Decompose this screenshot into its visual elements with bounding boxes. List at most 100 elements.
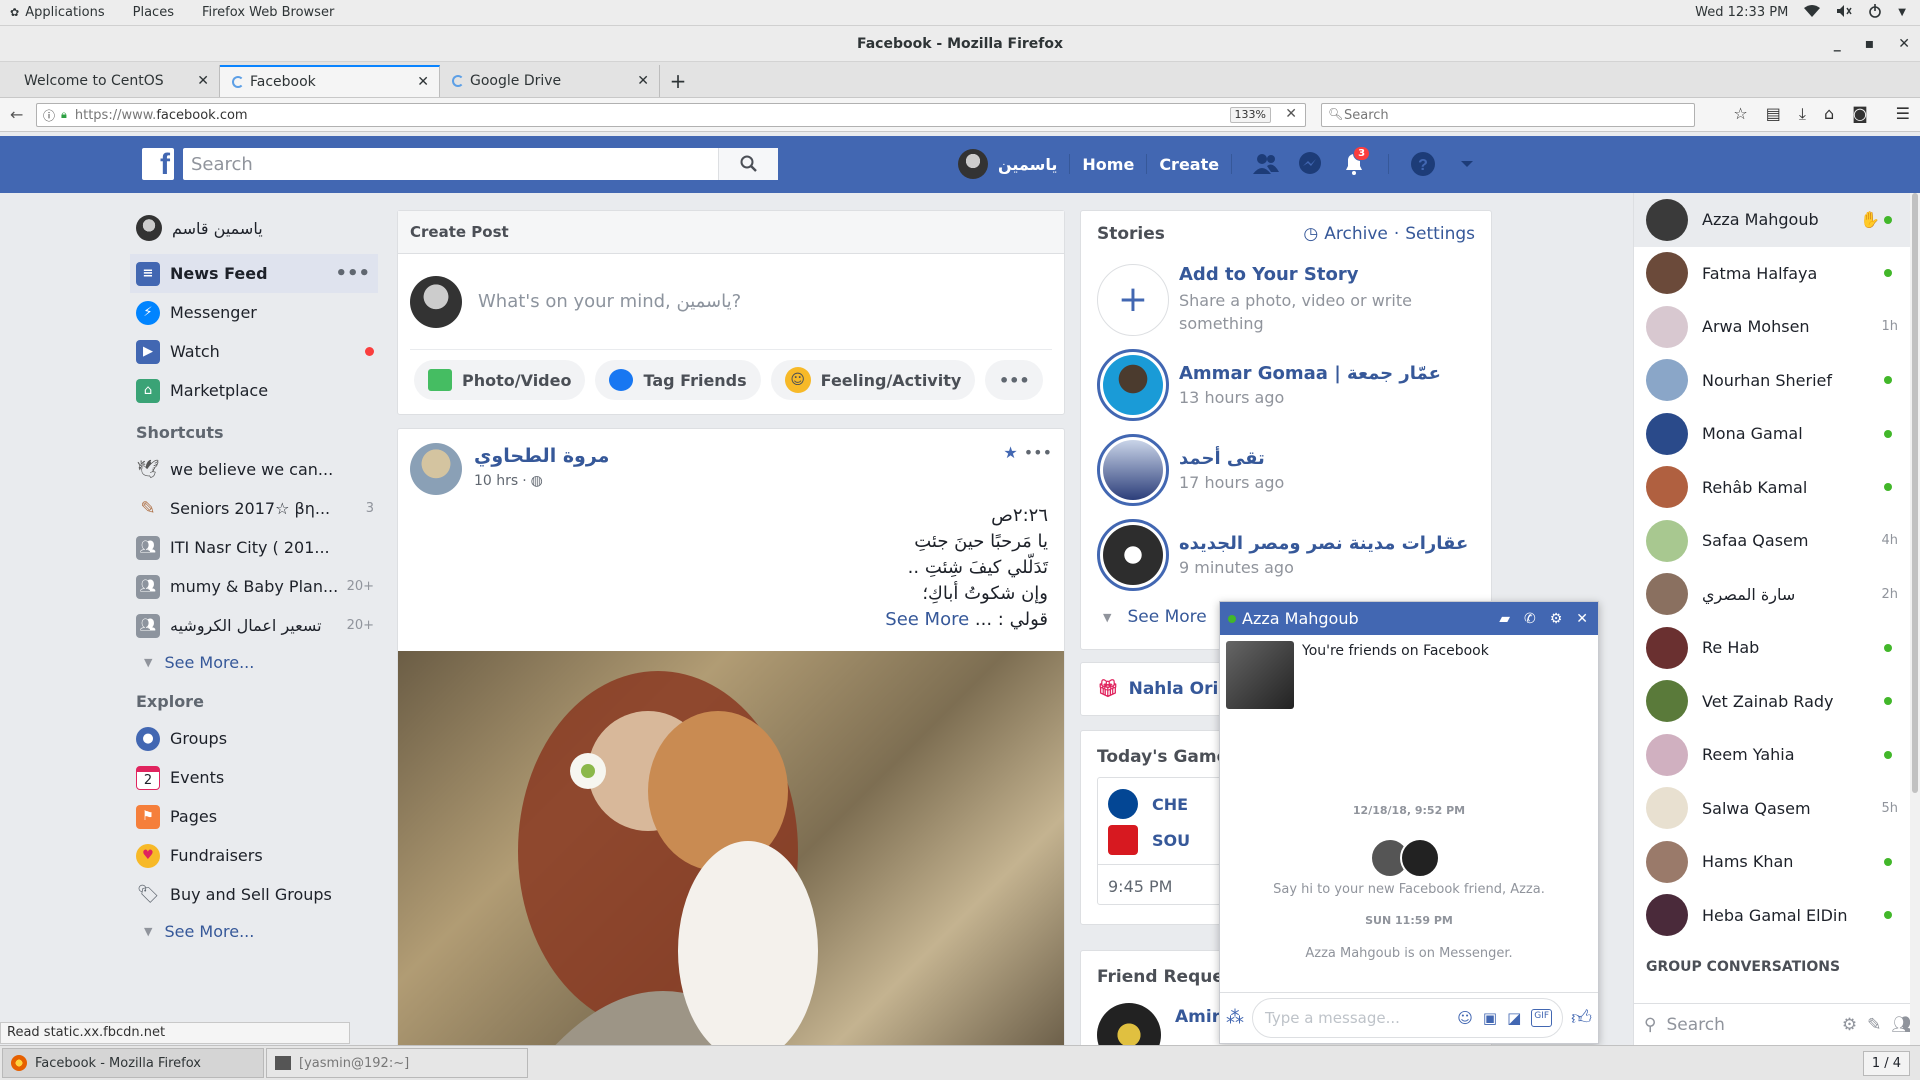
chat-header[interactable]: Azza Mahgoub ▰ ✆ ⚙ ✕ xyxy=(1220,602,1598,635)
friend-requests-icon[interactable] xyxy=(1252,150,1280,178)
url-bar[interactable]: ⓘ 🔒︎ https://www.facebook.com 133% ✕ xyxy=(36,103,1306,127)
contact-item[interactable]: Mona Gamal xyxy=(1634,407,1920,461)
sidebar-item-watch[interactable]: ▶ Watch xyxy=(136,332,384,371)
star-icon[interactable]: ★ xyxy=(1003,443,1017,462)
composer-input[interactable]: What's on your mind, ياسمين? xyxy=(478,291,741,312)
post-time[interactable]: 10 hrs xyxy=(474,473,518,489)
shortcut-item[interactable]: 👥︎ تسعير اعمال الكروشيه 20+ xyxy=(136,606,384,645)
explore-see-more[interactable]: ▼ See More... xyxy=(136,914,384,948)
contact-item[interactable]: Vet Zainab Rady xyxy=(1634,675,1920,729)
more-options-button[interactable]: ••• xyxy=(985,360,1044,400)
back-button[interactable]: ← xyxy=(10,105,23,124)
shortcuts-see-more[interactable]: ▼ See More... xyxy=(136,645,384,679)
contact-item[interactable]: Heba Gamal ElDin xyxy=(1634,889,1920,943)
sidebar-item-fundraisers[interactable]: ♥ Fundraisers xyxy=(136,836,384,875)
tab-welcome-centos[interactable]: Welcome to CentOS ✕ xyxy=(0,65,220,97)
contact-item[interactable]: Salwa Qasem 5h xyxy=(1634,782,1920,836)
archive-link[interactable]: Archive xyxy=(1324,224,1388,244)
hamburger-menu-icon[interactable]: ☰ xyxy=(1896,104,1910,124)
video-call-icon[interactable]: ▰ xyxy=(1499,611,1510,627)
contact-item[interactable]: Rehâb Kamal xyxy=(1634,461,1920,515)
sidebar-item-groups[interactable]: ● Groups xyxy=(136,719,384,758)
contact-item[interactable]: Azza Mahgoub ✋ xyxy=(1634,193,1920,247)
scrollbar[interactable] xyxy=(1910,193,1920,1048)
photo-video-button[interactable]: Photo/Video xyxy=(414,360,586,400)
emoji-icon[interactable]: ☺ xyxy=(1457,1009,1473,1027)
post-author[interactable]: مروة الطحاوي xyxy=(474,445,609,467)
shortcut-item[interactable]: 🕊︎ we believe we can... xyxy=(136,450,384,489)
story-item[interactable]: Ammar Gomaa | عمّار جمعة 13 hours ago xyxy=(1097,342,1491,427)
taskbar-firefox[interactable]: Facebook - Mozilla Firefox xyxy=(2,1048,264,1078)
lock-icon[interactable]: 🔒︎ xyxy=(61,108,67,122)
contact-item[interactable]: سارة المصري 2h xyxy=(1634,568,1920,622)
power-icon[interactable] xyxy=(1868,3,1882,22)
help-icon[interactable]: ? xyxy=(1409,150,1437,178)
fb-search-input[interactable]: Search xyxy=(183,148,778,180)
contacts-search[interactable]: ⚲ Search ⚙ ✎ 👥︎ xyxy=(1634,1003,1920,1045)
tab-facebook[interactable]: Facebook ✕ xyxy=(220,65,440,97)
phone-icon[interactable]: ✆ xyxy=(1524,611,1536,627)
gear-icon[interactable]: ⚙ xyxy=(1550,611,1563,627)
chevron-down-icon[interactable]: ▼ xyxy=(1898,7,1906,18)
reading-list-icon[interactable]: ▤ xyxy=(1766,104,1781,124)
wifi-icon[interactable] xyxy=(1804,4,1821,22)
close-window-button[interactable]: ✕ xyxy=(1898,36,1910,52)
gif-icon[interactable]: GIF xyxy=(1531,1008,1553,1027)
contact-item[interactable]: Nourhan Sherief xyxy=(1634,354,1920,408)
applications-menu[interactable]: ✿ Applications xyxy=(10,5,105,20)
story-item[interactable]: تقى أحمد 17 hours ago xyxy=(1097,427,1491,512)
create-link[interactable]: Create xyxy=(1159,155,1219,174)
places-menu[interactable]: Places xyxy=(133,5,174,20)
apps-icon[interactable]: ⁂ xyxy=(1226,1007,1244,1028)
clock[interactable]: Wed 12:33 PM xyxy=(1695,5,1788,20)
taskbar-terminal[interactable]: [yasmin@192:~] xyxy=(266,1048,528,1078)
messenger-icon[interactable] xyxy=(1296,150,1324,178)
sidebar-item-marketplace[interactable]: ⌂ Marketplace xyxy=(136,371,384,410)
image-icon[interactable]: ▣ xyxy=(1483,1009,1497,1027)
pocket-icon[interactable]: ◙ xyxy=(1852,104,1868,124)
globe-icon[interactable]: ◍ xyxy=(531,473,543,489)
close-tab-icon[interactable]: ✕ xyxy=(197,73,209,89)
contact-item[interactable]: Re Hab xyxy=(1634,621,1920,675)
search-input[interactable]: 🔍︎ Search xyxy=(1321,103,1695,127)
tab-google-drive[interactable]: Google Drive ✕ xyxy=(440,65,660,97)
close-tab-icon[interactable]: ✕ xyxy=(637,73,649,89)
sidebar-item-buy-sell-groups[interactable]: 🏷︎ Buy and Sell Groups xyxy=(136,875,384,914)
volume-icon[interactable] xyxy=(1836,4,1852,22)
stop-icon[interactable]: ✕ xyxy=(1285,106,1297,122)
shortcut-item[interactable]: 👥︎ mumy & Baby Plan... 20+ xyxy=(136,567,384,606)
contact-item[interactable]: Arwa Mohsen 1h xyxy=(1634,300,1920,354)
message-input[interactable]: Type a message... ☺ ▣ ◪ GIF xyxy=(1252,997,1564,1038)
add-to-story[interactable]: + Add to Your Story Share a photo, video… xyxy=(1097,257,1491,342)
sidebar-item-messenger[interactable]: ⚡︎ Messenger xyxy=(136,293,384,332)
sticker-icon[interactable]: ◪ xyxy=(1507,1009,1521,1027)
contact-item[interactable]: Reem Yahia xyxy=(1634,728,1920,782)
feeling-activity-button[interactable]: ☺ Feeling/Activity xyxy=(770,360,976,400)
maximize-button[interactable]: ▪ xyxy=(1865,36,1875,52)
avatar[interactable] xyxy=(1226,641,1294,709)
avatar[interactable] xyxy=(410,443,462,495)
account-menu-chevron-icon[interactable] xyxy=(1453,150,1481,178)
sidebar-item-news-feed[interactable]: ≡ News Feed ••• xyxy=(130,254,378,293)
more-options-icon[interactable]: ••• xyxy=(335,263,370,284)
more-options-icon[interactable]: ••• xyxy=(1024,443,1052,462)
compose-icon[interactable]: ✎ xyxy=(1867,1015,1881,1035)
zoom-level[interactable]: 133% xyxy=(1229,107,1271,123)
home-link[interactable]: Home xyxy=(1082,155,1134,174)
contact-item[interactable]: Hams Khan xyxy=(1634,835,1920,889)
gear-icon[interactable]: ⚙ xyxy=(1842,1015,1857,1035)
new-tab-button[interactable]: + xyxy=(660,65,696,97)
sidebar-item-events[interactable]: 2 Events xyxy=(136,758,384,797)
contact-item[interactable]: Fatma Halfaya xyxy=(1634,247,1920,301)
info-icon[interactable]: ⓘ xyxy=(43,107,55,124)
notifications-icon[interactable]: 3 xyxy=(1340,146,1371,178)
facebook-logo[interactable]: f xyxy=(142,148,174,180)
close-icon[interactable]: ✕ xyxy=(1576,611,1588,627)
settings-link[interactable]: Settings xyxy=(1405,224,1475,244)
shortcut-item[interactable]: ✎ Seniors 2017☆ βη... 3 xyxy=(136,489,384,528)
post-see-more-link[interactable]: See More xyxy=(885,609,969,630)
home-icon[interactable]: ⌂ xyxy=(1824,104,1834,124)
contact-item[interactable]: Safaa Qasem 4h xyxy=(1634,514,1920,568)
workspace-indicator[interactable]: 1 / 4 xyxy=(1862,1050,1910,1076)
profile-link[interactable]: ياسمين xyxy=(958,149,1057,179)
